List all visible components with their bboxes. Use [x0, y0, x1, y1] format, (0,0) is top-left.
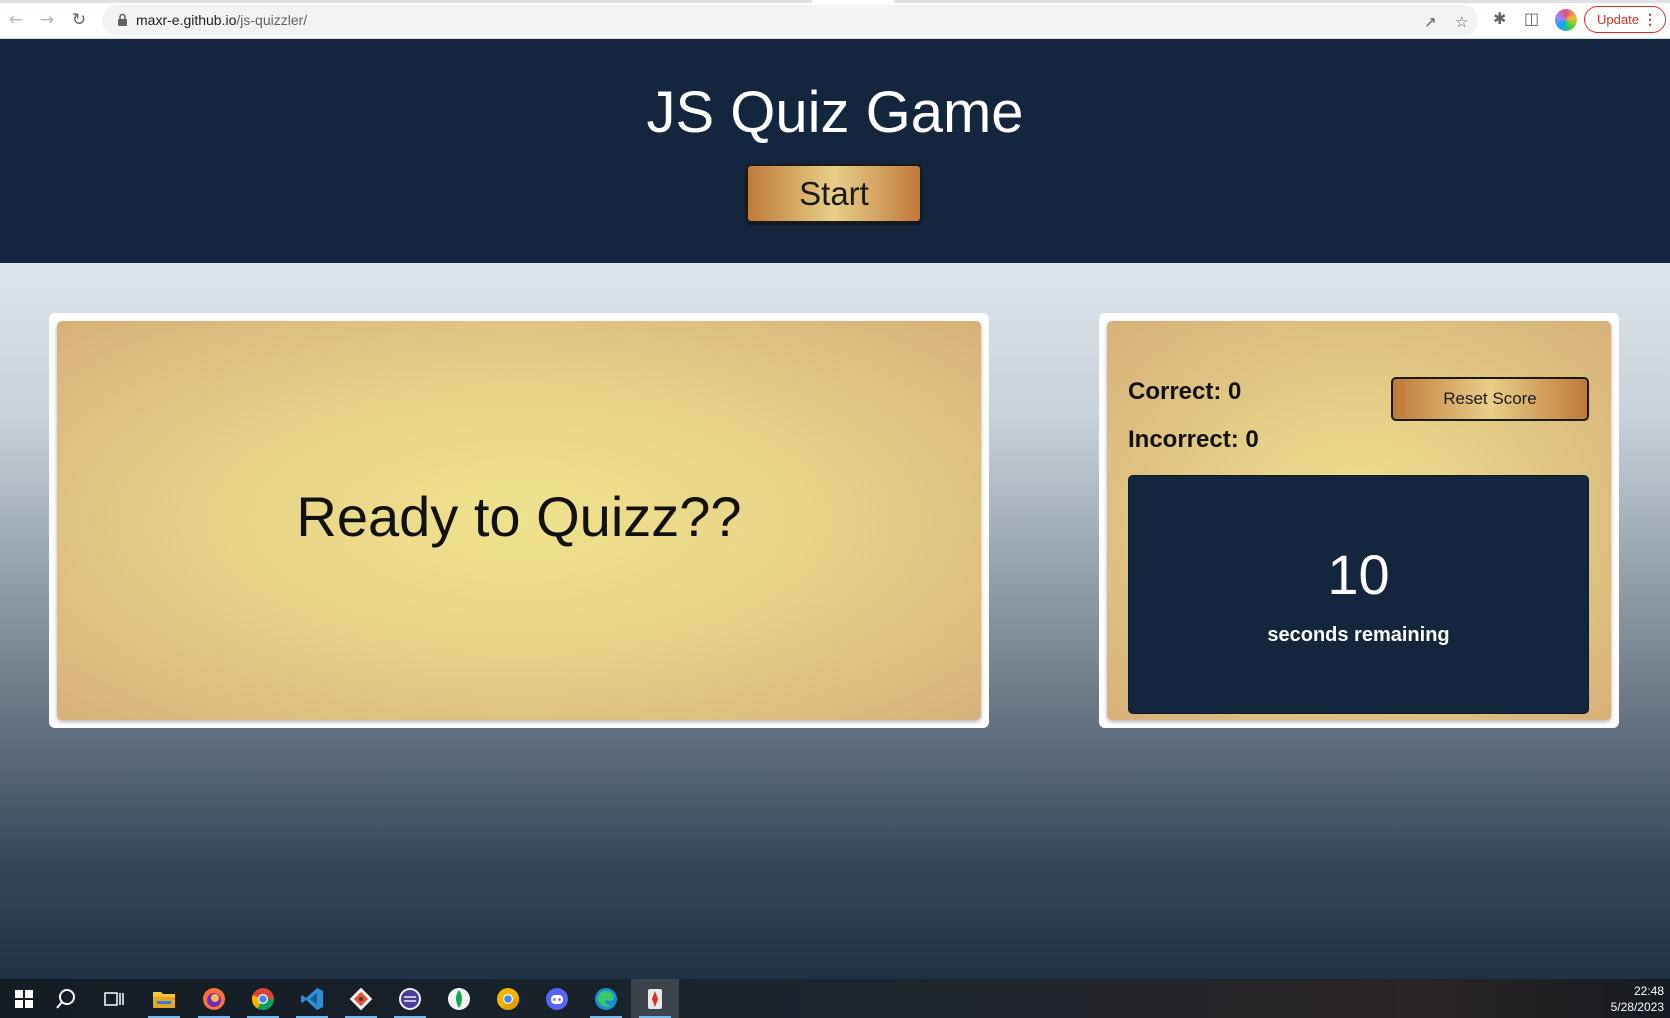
url-host: maxr-e.github.io: [136, 12, 237, 28]
vscode-icon[interactable]: [288, 979, 336, 1018]
score-card: Correct: 0 Incorrect: 0 Reset Score 10 s…: [1107, 321, 1611, 720]
app-icon[interactable]: [631, 979, 679, 1018]
mongodb-compass-icon[interactable]: [435, 979, 483, 1018]
profile-avatar[interactable]: [1555, 9, 1577, 31]
clock-time: 22:48: [1633, 984, 1664, 998]
start-button[interactable]: Start: [746, 164, 922, 223]
tab-strip: [0, 0, 1670, 3]
clock-date: 5/28/2023: [1610, 1000, 1664, 1014]
browser-toolbar: ← → ↻ maxr-e.github.io/js-quizzler/ ↗ ☆ …: [0, 0, 1670, 39]
reload-icon[interactable]: ↻: [69, 10, 89, 30]
firefox-icon[interactable]: [190, 979, 238, 1018]
extensions-icon[interactable]: ✱: [1493, 9, 1506, 28]
page-title: JS Quiz Game: [646, 80, 1024, 145]
forward-icon[interactable]: →: [37, 10, 57, 30]
url-path: /js-quizzler/: [236, 12, 308, 28]
chrome-canary-icon[interactable]: [484, 979, 532, 1018]
back-icon[interactable]: ←: [6, 10, 26, 30]
timer-panel: 10 seconds remaining: [1128, 475, 1589, 714]
url-text[interactable]: maxr-e.github.io/js-quizzler/: [136, 12, 307, 28]
quiz-card: Ready to Quizz??: [57, 321, 981, 720]
lock-icon[interactable]: [116, 13, 129, 27]
system-clock[interactable]: 22:48 5/28/2023: [1611, 983, 1664, 1015]
incorrect-count: Incorrect: 0: [1128, 426, 1259, 453]
bookmark-star-icon[interactable]: ☆: [1455, 13, 1468, 31]
active-tab[interactable]: [812, 0, 894, 3]
address-bar[interactable]: maxr-e.github.io/js-quizzler/ ↗ ☆: [102, 5, 1478, 35]
discord-icon[interactable]: [533, 979, 581, 1018]
task-view-icon[interactable]: [90, 979, 138, 1018]
share-icon[interactable]: ↗: [1424, 13, 1437, 31]
update-button[interactable]: Update ⋮: [1584, 6, 1666, 33]
timer-value: 10: [1327, 543, 1390, 606]
score-card-frame: Correct: 0 Incorrect: 0 Reset Score 10 s…: [1099, 313, 1619, 728]
chrome-icon[interactable]: [239, 979, 287, 1018]
quiz-card-frame: Ready to Quizz??: [49, 313, 989, 728]
start-icon[interactable]: [0, 979, 48, 1018]
timer-label: seconds remaining: [1267, 624, 1450, 646]
quiz-prompt: Ready to Quizz??: [296, 485, 742, 548]
search-icon[interactable]: [42, 979, 90, 1018]
reset-score-button[interactable]: Reset Score: [1391, 377, 1589, 421]
correct-count: Correct: 0: [1128, 378, 1242, 405]
taskbar: 22:48 5/28/2023: [0, 979, 1670, 1018]
edge-icon[interactable]: [582, 979, 630, 1018]
page-body: JS Quiz Game Start Ready to Quizz?? Corr…: [0, 39, 1670, 979]
eclipse-icon[interactable]: [386, 979, 434, 1018]
git-icon[interactable]: [337, 979, 385, 1018]
update-label: Update: [1597, 12, 1639, 27]
header: JS Quiz Game Start: [0, 39, 1670, 263]
side-panel-icon[interactable]: ◫: [1524, 9, 1539, 28]
menu-dots-icon[interactable]: ⋮: [1643, 10, 1657, 28]
file-explorer-icon[interactable]: [140, 979, 188, 1018]
